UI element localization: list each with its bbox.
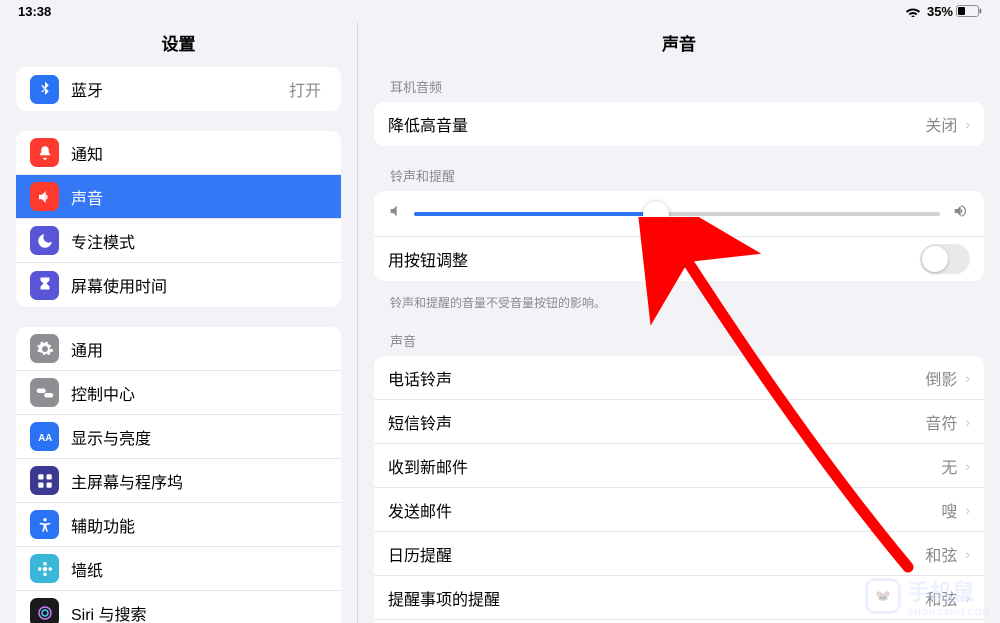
- row-label: 提醒事项的提醒: [388, 586, 925, 610]
- chevron-right-icon: ›: [965, 502, 970, 518]
- sidebar-item-label: 屏幕使用时间: [71, 273, 327, 297]
- settings-sidebar[interactable]: 设置 蓝牙 打开 通知 声音: [0, 22, 358, 623]
- sidebar-item-screentime[interactable]: 屏幕使用时间: [16, 263, 341, 307]
- slider-thumb[interactable]: [643, 201, 669, 227]
- siri-icon: [30, 598, 59, 623]
- sidebar-item-sounds[interactable]: 声音: [16, 175, 341, 219]
- detail-pane[interactable]: 声音 耳机音频 降低高音量 关闭 › 铃声和提醒: [358, 22, 1000, 623]
- bluetooth-icon: [30, 75, 59, 104]
- row-sound-0[interactable]: 电话铃声倒影 ›: [374, 356, 984, 400]
- sidebar-item-homescreen[interactable]: 主屏幕与程序坞: [16, 459, 341, 503]
- watermark-sub: SHOUJISHU.COM: [907, 607, 990, 617]
- sidebar-item-label: 专注模式: [71, 229, 327, 253]
- sidebar-item-value: 打开: [289, 77, 321, 101]
- section-header-ringer: 铃声和提醒: [358, 160, 1000, 191]
- group-ringer: 用按钮调整: [374, 191, 984, 281]
- sidebar-group-general: 通用 控制中心 AA 显示与亮度 主屏幕与程序坞 辅助功能 墙纸: [16, 327, 341, 623]
- ringer-volume-slider-row: [374, 191, 984, 237]
- row-label: 发送邮件: [388, 498, 941, 522]
- sidebar-item-label: 通用: [71, 337, 327, 361]
- chevron-right-icon: ›: [965, 116, 970, 132]
- row-label: 日历提醒: [388, 542, 925, 566]
- battery-icon: 35%: [927, 4, 982, 19]
- sidebar-item-wallpaper[interactable]: 墙纸: [16, 547, 341, 591]
- sidebar-item-focus[interactable]: 专注模式: [16, 219, 341, 263]
- row-label: 降低高音量: [388, 112, 925, 136]
- grid-icon: [30, 466, 59, 495]
- flower-icon: [30, 554, 59, 583]
- footer-ringer: 铃声和提醒的音量不受音量按钮的影响。: [358, 289, 1000, 317]
- sidebar-item-notifications[interactable]: 通知: [16, 131, 341, 175]
- row-change-with-buttons[interactable]: 用按钮调整: [374, 237, 984, 281]
- row-value: 嗖: [941, 498, 957, 522]
- accessibility-icon: [30, 510, 59, 539]
- row-label: 收到新邮件: [388, 454, 941, 478]
- sidebar-group-connectivity: 蓝牙 打开: [16, 67, 341, 111]
- watermark: 🐭 手机鼠 SHOUJISHU.COM: [865, 575, 990, 617]
- section-header-headphones: 耳机音频: [358, 71, 1000, 102]
- sidebar-item-label: 墙纸: [71, 557, 327, 581]
- row-sound-2[interactable]: 收到新邮件无 ›: [374, 444, 984, 488]
- switches-icon: [30, 378, 59, 407]
- toggle-change-with-buttons[interactable]: [920, 244, 970, 274]
- sidebar-item-general[interactable]: 通用: [16, 327, 341, 371]
- row-label: 电话铃声: [388, 366, 925, 390]
- sidebar-item-siri[interactable]: Siri 与搜索: [16, 591, 341, 623]
- sidebar-item-bluetooth[interactable]: 蓝牙 打开: [16, 67, 341, 111]
- chevron-right-icon: ›: [965, 458, 970, 474]
- row-value: 无: [941, 454, 957, 478]
- sidebar-item-label: 通知: [71, 141, 327, 165]
- row-sound-3[interactable]: 发送邮件嗖 ›: [374, 488, 984, 532]
- row-value: 关闭: [925, 112, 957, 136]
- section-header-sounds: 声音: [358, 325, 1000, 356]
- aa-icon: AA: [30, 422, 59, 451]
- volume-low-icon: [388, 203, 404, 224]
- sidebar-item-accessibility[interactable]: 辅助功能: [16, 503, 341, 547]
- battery-percent: 35%: [927, 4, 953, 19]
- sidebar-item-label: 控制中心: [71, 381, 327, 405]
- chevron-right-icon: ›: [965, 414, 970, 430]
- watermark-text: 手机鼠: [907, 575, 990, 607]
- group-headphones: 降低高音量 关闭 ›: [374, 102, 984, 146]
- row-value: 音符: [925, 410, 957, 434]
- detail-title: 声音: [358, 22, 1000, 67]
- speaker-icon: [30, 182, 59, 211]
- status-bar: 13:38 35%: [0, 0, 1000, 22]
- ringer-volume-slider[interactable]: [414, 212, 940, 216]
- row-reduce-loud-sounds[interactable]: 降低高音量 关闭 ›: [374, 102, 984, 146]
- row-value: 倒影: [925, 366, 957, 390]
- sidebar-title: 设置: [0, 22, 357, 67]
- sidebar-item-label: 主屏幕与程序坞: [71, 469, 327, 493]
- volume-high-icon: [950, 203, 970, 224]
- hourglass-icon: [30, 271, 59, 300]
- gear-icon: [30, 334, 59, 363]
- status-time: 13:38: [18, 4, 51, 19]
- sidebar-item-label: 辅助功能: [71, 513, 327, 537]
- sidebar-item-label: Siri 与搜索: [71, 601, 327, 623]
- chevron-right-icon: ›: [965, 546, 970, 562]
- row-label: 用按钮调整: [388, 247, 920, 271]
- row-label: 短信铃声: [388, 410, 925, 434]
- row-sound-1[interactable]: 短信铃声音符 ›: [374, 400, 984, 444]
- row-sound-4[interactable]: 日历提醒和弦 ›: [374, 532, 984, 576]
- bell-icon: [30, 138, 59, 167]
- sidebar-item-label: 显示与亮度: [71, 425, 327, 449]
- chevron-right-icon: ›: [965, 370, 970, 386]
- moon-icon: [30, 226, 59, 255]
- sidebar-item-display[interactable]: AA 显示与亮度: [16, 415, 341, 459]
- sidebar-item-control-center[interactable]: 控制中心: [16, 371, 341, 415]
- row-value: 和弦: [925, 542, 957, 566]
- toggle-knob: [922, 246, 948, 272]
- sidebar-item-label: 声音: [71, 185, 327, 209]
- sidebar-group-attention: 通知 声音 专注模式 屏幕使用时间: [16, 131, 341, 307]
- svg-text:AA: AA: [38, 432, 52, 443]
- watermark-icon: 🐭: [865, 578, 901, 614]
- sidebar-item-label: 蓝牙: [71, 77, 289, 101]
- wifi-icon: [905, 5, 921, 17]
